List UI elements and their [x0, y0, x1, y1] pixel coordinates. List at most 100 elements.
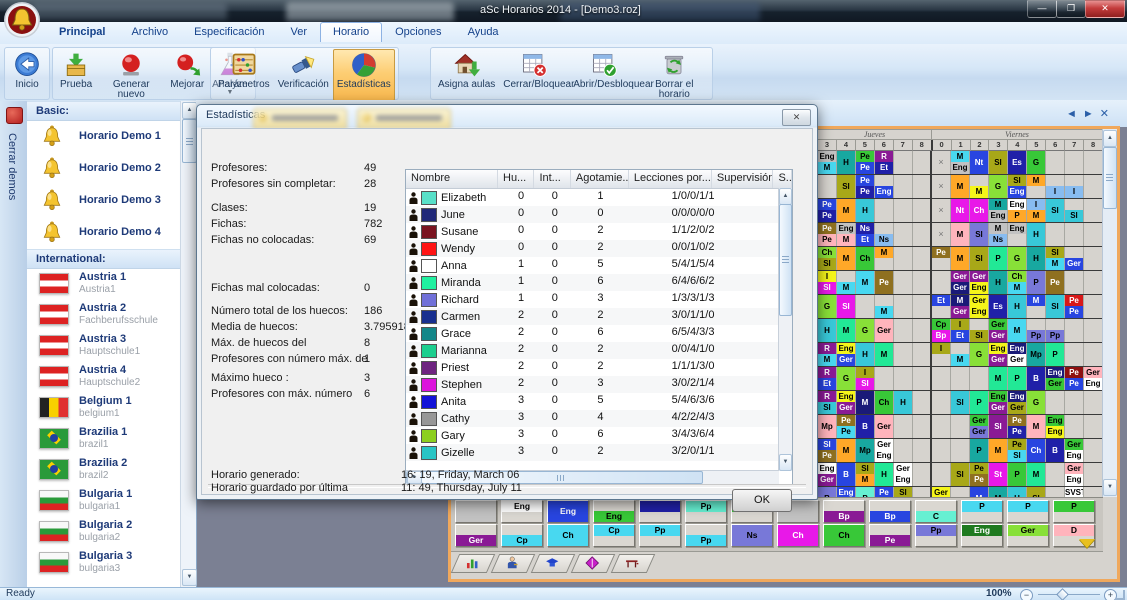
timetable-cell[interactable]: P	[989, 247, 1008, 270]
lesson-card[interactable]: P	[989, 247, 1007, 270]
lesson-card[interactable]: Eng	[818, 463, 836, 474]
lesson-card[interactable]: Eng	[1084, 378, 1102, 390]
timetable-cell[interactable]	[951, 415, 970, 438]
lesson-card[interactable]: Ns	[875, 234, 893, 246]
timetable-cell[interactable]	[913, 247, 932, 270]
timetable-cell[interactable]	[1046, 463, 1065, 486]
timetable-cell[interactable]: Ch	[856, 247, 875, 270]
lesson-card[interactable]: P	[1008, 463, 1026, 486]
lesson-card[interactable]: Pe	[856, 151, 874, 162]
lesson-card[interactable]: I	[856, 367, 874, 378]
lesson-card[interactable]: R	[818, 343, 836, 354]
timetable-cell[interactable]: GerEng	[970, 271, 989, 294]
timetable-cell[interactable]: M	[989, 367, 1008, 390]
table-row-susane[interactable]: Susane0021/1/2/0/2	[406, 223, 792, 240]
timetable-cell[interactable]	[1046, 487, 1065, 497]
lesson-card[interactable]: Sl	[970, 223, 988, 246]
timetable-cell[interactable]: P	[856, 487, 875, 497]
timetable-cell[interactable]: SVSTBp	[1065, 487, 1084, 497]
timetable-cell[interactable]: H	[1008, 295, 1027, 318]
timetable-cell[interactable]	[1084, 487, 1103, 497]
timetable-cell[interactable]: M	[989, 439, 1008, 462]
lesson-card[interactable]: H	[856, 343, 874, 366]
lesson-card[interactable]: Pe	[970, 463, 988, 474]
column-header-s[interactable]: S...	[773, 170, 792, 188]
menu-tab-horario[interactable]: Horario	[320, 22, 382, 42]
timetable-cell[interactable]: PePe	[1008, 415, 1027, 438]
timetable-cell[interactable]: IEt	[951, 319, 970, 342]
nav-back-icon[interactable]: ◄	[1066, 108, 1083, 120]
lesson-card[interactable]: Nt	[970, 151, 988, 174]
timetable-cell[interactable]	[913, 295, 932, 318]
timetable-cell[interactable]: H	[856, 199, 875, 222]
timetable-cell[interactable]	[875, 367, 894, 390]
lesson-card[interactable]: M	[989, 439, 1007, 462]
timetable-cell[interactable]: Ns	[875, 223, 894, 246]
sidebar-item-austria-2[interactable]: Austria 2Fachberufsschule	[27, 300, 181, 331]
timetable-cell[interactable]: G	[970, 343, 989, 366]
scroll-up-icon[interactable]: ▲	[182, 102, 197, 119]
cerrar-bloquear-button[interactable]: Cerrar/Bloquear	[499, 49, 569, 101]
lesson-card[interactable]: G	[1008, 247, 1026, 270]
lesson-card[interactable]: Sl	[1046, 295, 1064, 318]
lesson-card[interactable]: Eng	[1008, 186, 1026, 198]
timetable-cell[interactable]	[951, 439, 970, 462]
timetable-cell[interactable]: GerEng	[875, 439, 894, 462]
lesson-card[interactable]: Ger	[1046, 378, 1064, 390]
table-row-marianna[interactable]: Marianna2020/0/4/1/0	[406, 342, 792, 359]
lesson-card[interactable]: Eng	[951, 162, 969, 174]
timetable-cell[interactable]: M	[1027, 295, 1046, 318]
timetable-cell[interactable]: M	[837, 271, 856, 294]
lesson-card[interactable]: H	[837, 151, 855, 174]
timetable-cell[interactable]: Nt	[970, 151, 989, 174]
timetable-cell[interactable]: Ger	[875, 319, 894, 342]
lesson-card[interactable]: G	[970, 343, 988, 366]
sidebar-item-austria-4[interactable]: Austria 4Hauptschule2	[27, 362, 181, 393]
resize-grip[interactable]	[1115, 590, 1125, 600]
timetable-cell[interactable]: PePe	[818, 223, 837, 246]
lesson-card[interactable]: M	[837, 282, 855, 294]
lesson-card[interactable]: Sl	[894, 487, 912, 497]
tray-card-pp[interactable]: Pp	[685, 524, 727, 547]
timetable-cell[interactable]: Sl	[1046, 199, 1065, 222]
menu-tab-especificaci-n[interactable]: Especificación	[181, 22, 277, 41]
tray-card-ger[interactable]: Ger	[455, 524, 497, 547]
lesson-card[interactable]: M	[837, 439, 855, 462]
menu-tab-ver[interactable]: Ver	[277, 22, 320, 41]
asigna-aulas-button[interactable]: Asigna aulas	[434, 49, 499, 101]
lesson-card[interactable]: G	[818, 295, 836, 318]
lesson-card[interactable]: Et	[932, 295, 950, 306]
lesson-card[interactable]: G	[856, 319, 874, 342]
timetable-cell[interactable]: EngGer	[989, 343, 1008, 366]
timetable-cell[interactable]	[1065, 391, 1084, 414]
timetable-cell[interactable]: EngM	[837, 223, 856, 246]
timetable-cell[interactable]	[894, 415, 913, 438]
lesson-card[interactable]: Ger	[894, 463, 912, 474]
timetable-cell[interactable]: G	[1027, 391, 1046, 414]
lesson-card[interactable]: M	[970, 487, 988, 497]
timetable-cell[interactable]: GerEng	[1065, 463, 1084, 486]
table-row-anita[interactable]: Anita3055/4/6/3/6	[406, 393, 792, 410]
timetable-cell[interactable]: EngGer	[1008, 391, 1027, 414]
timetable-cell[interactable]: GerGer	[951, 271, 970, 294]
timetable-cell[interactable]	[1084, 439, 1103, 462]
lesson-card[interactable]: Pe	[970, 474, 988, 486]
scroll-up-icon[interactable]: ▲	[1103, 130, 1117, 147]
timetable-cell[interactable]: Sl	[989, 151, 1008, 174]
timetable-cell[interactable]: Sl	[1065, 199, 1084, 222]
lesson-card[interactable]: Eng	[1008, 391, 1026, 402]
timetable-cell[interactable]	[856, 295, 875, 318]
lesson-card[interactable]: R	[818, 391, 836, 402]
lesson-card[interactable]: Ger	[989, 319, 1007, 330]
table-row-miranda[interactable]: Miranda1066/4/6/6/2	[406, 274, 792, 291]
timetable-cell[interactable]: G	[1008, 247, 1027, 270]
timetable-cell[interactable]: M	[837, 247, 856, 270]
timetable-cell[interactable]: Sl	[1046, 295, 1065, 318]
lesson-card[interactable]: Ch	[875, 391, 893, 414]
lesson-card[interactable]: M	[1008, 319, 1026, 342]
timetable-cell[interactable]: MNs	[989, 223, 1008, 246]
mejorar-button[interactable]: Mejorar	[166, 49, 208, 101]
lesson-card[interactable]: M	[1027, 415, 1045, 438]
timetable-cell[interactable]: G	[818, 295, 837, 318]
column-header-supervisi-n-e[interactable]: Supervisión e...	[712, 170, 774, 188]
